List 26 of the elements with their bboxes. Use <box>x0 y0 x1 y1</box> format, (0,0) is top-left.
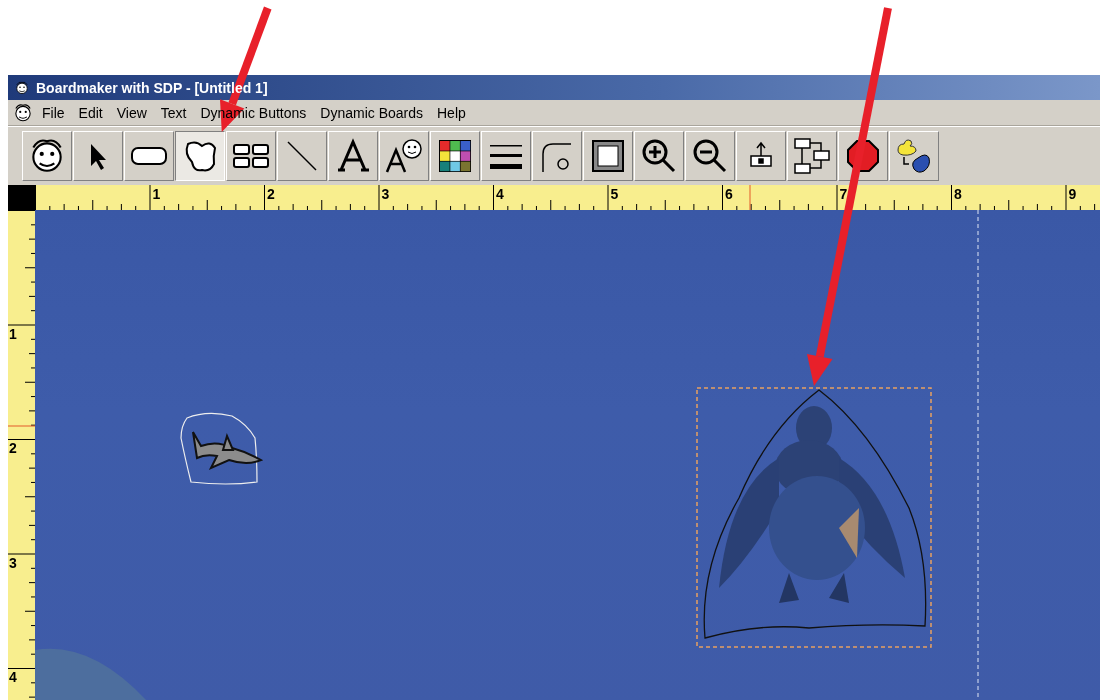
ruler-number: 5 <box>610 186 619 202</box>
ruler-number: 3 <box>9 554 17 571</box>
cursor-marker <box>8 425 35 427</box>
ruler-number: 8 <box>954 186 962 202</box>
ruler-number: 2 <box>9 440 17 456</box>
ruler-number: 6 <box>725 186 733 202</box>
face-icon <box>14 79 30 96</box>
ruler-number: 2 <box>267 186 275 202</box>
face-icon <box>12 101 34 124</box>
menu-item[interactable]: View <box>110 104 153 121</box>
ruler-number: 3 <box>381 186 390 202</box>
tool-button[interactable] <box>175 131 225 181</box>
menu-item[interactable]: Edit <box>72 104 109 121</box>
ruler-number: 7 <box>839 186 848 202</box>
ruler-number: 4 <box>496 186 504 202</box>
ruler-number: 1 <box>152 186 161 202</box>
cursor-marker <box>749 185 751 210</box>
ruler-corner <box>8 185 35 210</box>
ruler-number: 4 <box>9 669 17 685</box>
menu-item[interactable]: Dynamic Boards <box>314 104 429 121</box>
flowchart-icon <box>792 136 832 176</box>
menu-item[interactable]: Help <box>431 104 472 121</box>
menu-item[interactable]: Text <box>154 104 193 121</box>
ruler-number: 9 <box>1068 186 1077 202</box>
ruler-number: 1 <box>9 325 17 342</box>
menu-item[interactable]: File <box>36 104 71 121</box>
